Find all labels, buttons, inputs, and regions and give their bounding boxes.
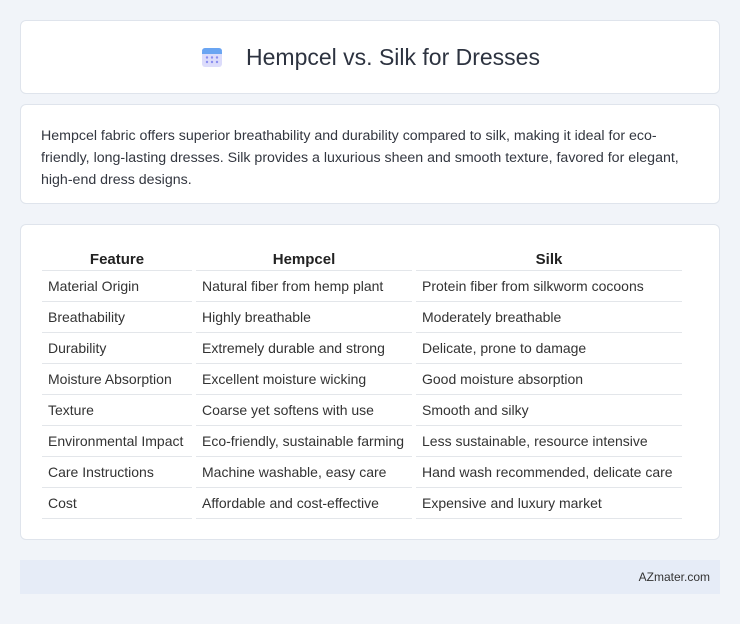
silk-cell: Less sustainable, resource intensive	[416, 426, 682, 457]
feature-cell: Texture	[42, 395, 192, 426]
table-row: Material Origin Natural fiber from hemp …	[42, 271, 682, 302]
silk-cell: Expensive and luxury market	[416, 488, 682, 519]
header-card: Hempcel vs. Silk for Dresses	[20, 20, 720, 94]
header: Hempcel vs. Silk for Dresses	[200, 44, 540, 71]
table-row: Breathability Highly breathable Moderate…	[42, 302, 682, 333]
summary-text: Hempcel fabric offers superior breathabi…	[41, 128, 679, 188]
hempcel-cell: Machine washable, easy care	[196, 457, 412, 488]
page-title: Hempcel vs. Silk for Dresses	[246, 43, 540, 70]
table-row: Care Instructions Machine washable, easy…	[42, 457, 682, 488]
footer-credit: AZmater.com	[638, 570, 710, 584]
feature-cell: Cost	[42, 488, 192, 519]
feature-cell: Material Origin	[42, 271, 192, 302]
hempcel-cell: Natural fiber from hemp plant	[196, 271, 412, 302]
calendar-icon	[202, 48, 223, 67]
table-header-row: Feature Hempcel Silk	[42, 245, 682, 271]
feature-cell: Moisture Absorption	[42, 364, 192, 395]
silk-cell: Hand wash recommended, delicate care	[416, 457, 682, 488]
comparison-card: Feature Hempcel Silk Material Origin Nat…	[20, 224, 720, 540]
table-row: Texture Coarse yet softens with use Smoo…	[42, 395, 682, 426]
column-header-hempcel: Hempcel	[196, 245, 412, 271]
hempcel-cell: Excellent moisture wicking	[196, 364, 412, 395]
table-row: Durability Extremely durable and strong …	[42, 333, 682, 364]
table-row: Cost Affordable and cost-effective Expen…	[42, 488, 682, 519]
hempcel-cell: Eco-friendly, sustainable farming	[196, 426, 412, 457]
hempcel-cell: Affordable and cost-effective	[196, 488, 412, 519]
feature-cell: Care Instructions	[42, 457, 192, 488]
feature-cell: Durability	[42, 333, 192, 364]
hempcel-cell: Coarse yet softens with use	[196, 395, 412, 426]
summary-card: Hempcel fabric offers superior breathabi…	[20, 104, 720, 204]
silk-cell: Moderately breathable	[416, 302, 682, 333]
table-row: Environmental Impact Eco-friendly, susta…	[42, 426, 682, 457]
feature-cell: Breathability	[42, 302, 192, 333]
silk-cell: Good moisture absorption	[416, 364, 682, 395]
silk-cell: Protein fiber from silkworm cocoons	[416, 271, 682, 302]
feature-cell: Environmental Impact	[42, 426, 192, 457]
silk-cell: Smooth and silky	[416, 395, 682, 426]
column-header-silk: Silk	[416, 245, 682, 271]
silk-cell: Delicate, prone to damage	[416, 333, 682, 364]
table-row: Moisture Absorption Excellent moisture w…	[42, 364, 682, 395]
comparison-table: Feature Hempcel Silk Material Origin Nat…	[38, 245, 686, 519]
hempcel-cell: Extremely durable and strong	[196, 333, 412, 364]
column-header-feature: Feature	[42, 245, 192, 271]
footer: AZmater.com	[20, 560, 720, 594]
hempcel-cell: Highly breathable	[196, 302, 412, 333]
